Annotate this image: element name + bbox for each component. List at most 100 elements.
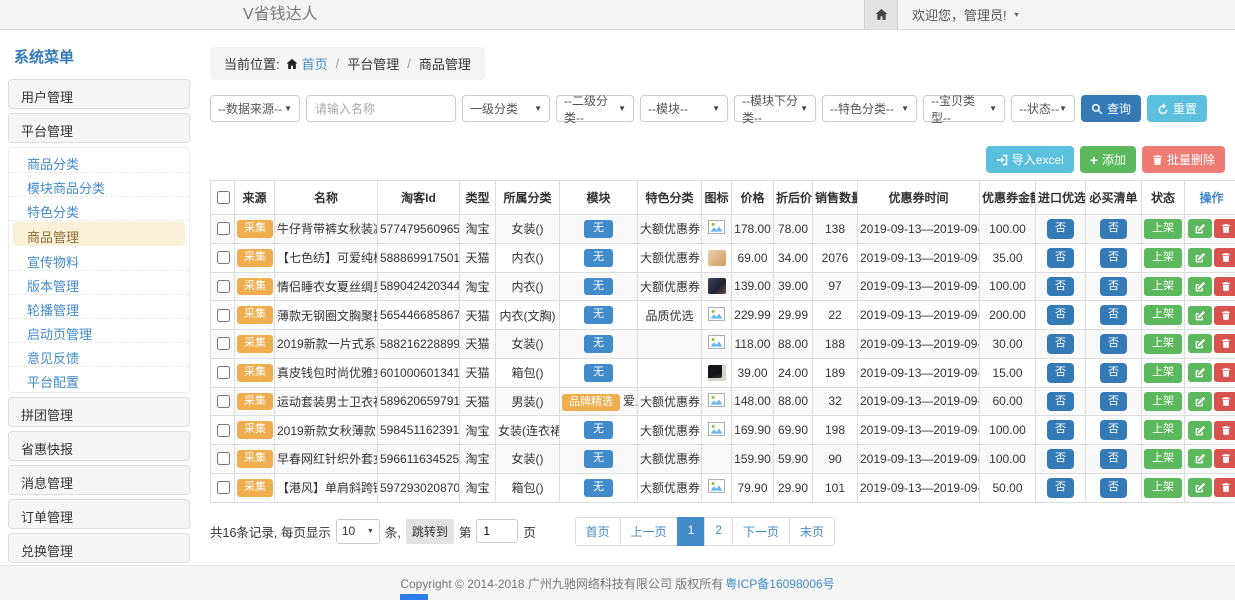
module-select[interactable]: --模块--▼ — [640, 95, 728, 122]
must-buy-badge[interactable]: 否 — [1100, 305, 1127, 325]
imported-badge[interactable]: 否 — [1047, 363, 1074, 383]
edit-button[interactable] — [1188, 363, 1212, 382]
row-checkbox[interactable] — [217, 337, 230, 350]
batch-delete-button[interactable]: 批量删除 — [1142, 146, 1225, 173]
row-checkbox[interactable] — [217, 424, 230, 437]
sidebar-section-exchange-management[interactable]: 兑换管理 — [8, 533, 190, 563]
row-checkbox[interactable] — [217, 366, 230, 379]
sidebar-item-feedback[interactable]: 意见反馈 — [9, 343, 189, 367]
must-buy-badge[interactable]: 否 — [1100, 248, 1127, 268]
must-buy-badge[interactable]: 否 — [1100, 334, 1127, 354]
sidebar-item-product-management[interactable]: 商品管理 — [13, 222, 185, 246]
delete-button[interactable] — [1214, 421, 1235, 440]
sidebar-item-carousel-management[interactable]: 轮播管理 — [9, 295, 189, 319]
row-checkbox[interactable] — [217, 251, 230, 264]
edit-button[interactable] — [1188, 449, 1212, 468]
sidebar-section-platform-management[interactable]: 平台管理 — [8, 113, 190, 143]
delete-button[interactable] — [1214, 248, 1235, 267]
icp-link[interactable]: 粤ICP备16098006号 — [725, 575, 834, 592]
sidebar-section-message-management[interactable]: 消息管理 — [8, 465, 190, 495]
delete-button[interactable] — [1214, 277, 1235, 296]
imported-badge[interactable]: 否 — [1047, 420, 1074, 440]
status-badge[interactable]: 上架 — [1144, 363, 1182, 383]
import-excel-button[interactable]: 导入excel — [986, 146, 1074, 173]
delete-button[interactable] — [1214, 363, 1235, 382]
status-badge[interactable]: 上架 — [1144, 219, 1182, 239]
module-subcategory-select[interactable]: --模块下分类--▼ — [734, 95, 816, 122]
breadcrumb-home-link[interactable]: 首页 — [302, 54, 328, 73]
must-buy-badge[interactable]: 否 — [1100, 449, 1127, 469]
jump-button[interactable]: 跳转到 — [406, 519, 454, 544]
status-badge[interactable]: 上架 — [1144, 392, 1182, 412]
home-button[interactable] — [864, 0, 898, 29]
data-source-select[interactable]: --数据来源--▼ — [210, 95, 300, 122]
edit-button[interactable] — [1188, 421, 1212, 440]
sidebar-item-platform-config[interactable]: 平台配置 — [9, 367, 189, 391]
delete-button[interactable] — [1214, 334, 1235, 353]
imported-badge[interactable]: 否 — [1047, 392, 1074, 412]
delete-button[interactable] — [1214, 449, 1235, 468]
search-button[interactable]: 查询 — [1081, 95, 1141, 122]
row-checkbox[interactable] — [217, 395, 230, 408]
user-menu[interactable]: 欢迎您，管理员! ▼ — [898, 0, 1035, 29]
row-checkbox[interactable] — [217, 222, 230, 235]
imported-badge[interactable]: 否 — [1047, 478, 1074, 498]
delete-button[interactable] — [1214, 219, 1235, 238]
pager-last-page[interactable]: 末页 — [789, 517, 835, 546]
edit-button[interactable] — [1188, 306, 1212, 325]
sidebar-section-order-management[interactable]: 订单管理 — [8, 499, 190, 529]
sidebar-item-product-category[interactable]: 商品分类 — [9, 149, 189, 173]
pager-prev-page[interactable]: 上一页 — [620, 517, 678, 546]
edit-button[interactable] — [1188, 277, 1212, 296]
feature-category-select[interactable]: --特色分类--▼ — [822, 95, 917, 122]
must-buy-badge[interactable]: 否 — [1100, 219, 1127, 239]
status-badge[interactable]: 上架 — [1144, 449, 1182, 469]
edit-button[interactable] — [1188, 334, 1212, 353]
sidebar-section-savings-express[interactable]: 省惠快报 — [8, 431, 190, 461]
must-buy-badge[interactable]: 否 — [1100, 392, 1127, 412]
sidebar-item-module-product-category[interactable]: 模块商品分类 — [9, 173, 189, 197]
imported-badge[interactable]: 否 — [1047, 248, 1074, 268]
row-checkbox[interactable] — [217, 309, 230, 322]
sidebar-item-feature-category[interactable]: 特色分类 — [9, 197, 189, 221]
imported-badge[interactable]: 否 — [1047, 334, 1074, 354]
edit-button[interactable] — [1188, 219, 1212, 238]
status-badge[interactable]: 上架 — [1144, 305, 1182, 325]
imported-badge[interactable]: 否 — [1047, 277, 1074, 297]
delete-button[interactable] — [1214, 392, 1235, 411]
status-badge[interactable]: 上架 — [1144, 248, 1182, 268]
reset-button[interactable]: 重置 — [1147, 95, 1207, 122]
pager-page-2[interactable]: 2 — [704, 517, 733, 546]
status-badge[interactable]: 上架 — [1144, 277, 1182, 297]
imported-badge[interactable]: 否 — [1047, 219, 1074, 239]
pager-next-page[interactable]: 下一页 — [732, 517, 790, 546]
edit-button[interactable] — [1188, 478, 1212, 497]
pager-first-page[interactable]: 首页 — [575, 517, 621, 546]
must-buy-badge[interactable]: 否 — [1100, 277, 1127, 297]
item-type-select[interactable]: --宝贝类型--▼ — [923, 95, 1005, 122]
pager-page-1[interactable]: 1 — [677, 517, 706, 546]
sidebar-item-version-management[interactable]: 版本管理 — [9, 271, 189, 295]
level1-category-select[interactable]: 一级分类▼ — [462, 95, 550, 122]
edit-button[interactable] — [1188, 392, 1212, 411]
imported-badge[interactable]: 否 — [1047, 305, 1074, 325]
sidebar-item-splash-page-management[interactable]: 启动页管理 — [9, 319, 189, 343]
status-select[interactable]: --状态--▼ — [1011, 95, 1075, 122]
status-badge[interactable]: 上架 — [1144, 478, 1182, 498]
sidebar-item-promo-materials[interactable]: 宣传物料 — [9, 247, 189, 271]
select-all-checkbox[interactable] — [217, 191, 230, 204]
sidebar-section-group-buy-management[interactable]: 拼团管理 — [8, 397, 190, 427]
delete-button[interactable] — [1214, 306, 1235, 325]
add-button[interactable]: + 添加 — [1080, 146, 1136, 173]
name-input[interactable] — [306, 95, 456, 122]
row-checkbox[interactable] — [217, 452, 230, 465]
status-badge[interactable]: 上架 — [1144, 334, 1182, 354]
level2-category-select[interactable]: --二级分类--▼ — [556, 95, 634, 122]
delete-button[interactable] — [1214, 478, 1235, 497]
row-checkbox[interactable] — [217, 481, 230, 494]
must-buy-badge[interactable]: 否 — [1100, 420, 1127, 440]
must-buy-badge[interactable]: 否 — [1100, 478, 1127, 498]
page-size-select[interactable]: 10 ▼ — [336, 519, 380, 544]
status-badge[interactable]: 上架 — [1144, 420, 1182, 440]
must-buy-badge[interactable]: 否 — [1100, 363, 1127, 383]
